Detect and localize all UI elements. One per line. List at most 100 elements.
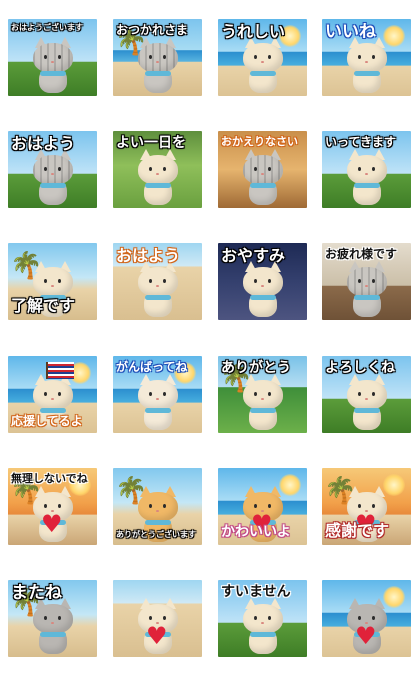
- cat-nose: [365, 61, 368, 63]
- sticker-label: おはよう: [116, 246, 181, 265]
- sticker-24[interactable]: ♥: [322, 580, 411, 657]
- sticker-2[interactable]: 🌴 おつかれさま: [113, 19, 202, 96]
- cat-eye: [58, 167, 61, 171]
- sticker-label: おはよう: [11, 134, 76, 153]
- cat-head: [33, 43, 73, 73]
- sticker-label: またね: [11, 583, 62, 603]
- sticker-23[interactable]: すいません: [218, 580, 307, 657]
- sticker-21[interactable]: 🌴 またね: [8, 580, 97, 657]
- cat-nose: [51, 285, 54, 287]
- sticker-7[interactable]: おかえりなさい: [218, 131, 307, 208]
- sticker-8[interactable]: いってきます: [322, 131, 411, 208]
- sticker-label: おかえりなさい: [221, 135, 298, 148]
- cat-eye: [163, 392, 166, 396]
- cat-eye: [372, 279, 375, 283]
- sticker-3[interactable]: うれしい: [218, 19, 307, 96]
- cat-eye: [254, 392, 257, 396]
- plush-cat: [32, 598, 74, 656]
- sticker-label: お疲れ様です: [325, 247, 398, 261]
- cat-eye: [58, 279, 61, 283]
- cat-nose: [156, 398, 159, 400]
- plush-cat: [242, 374, 284, 432]
- sticker-label: うれしい: [221, 22, 286, 41]
- cat-eye: [44, 392, 47, 396]
- sticker-label: おはようございます: [11, 23, 83, 32]
- sticker-18[interactable]: 🌴 ありがとうございます: [113, 468, 202, 545]
- sticker-label: いいね: [325, 22, 376, 42]
- cat-head: [347, 43, 387, 73]
- sticker-19[interactable]: ♥ かわいいよ: [218, 468, 307, 545]
- sticker-11[interactable]: おやすみ: [218, 243, 307, 320]
- cat-head: [138, 380, 178, 410]
- cat-eye: [58, 616, 61, 620]
- cat-eye: [149, 504, 152, 508]
- cat-nose: [365, 173, 368, 175]
- cat-head: [243, 155, 283, 185]
- sticker-label: 了解です: [11, 296, 76, 315]
- cat-head: [243, 604, 283, 634]
- plush-cat: [346, 37, 388, 95]
- cat-scarf: [40, 183, 66, 188]
- cat-scarf: [145, 295, 171, 300]
- hawaii-flag-icon: [46, 362, 74, 379]
- plush-cat: [137, 149, 179, 207]
- cat-eye: [163, 616, 166, 620]
- cat-eye: [44, 55, 47, 59]
- cat-scarf: [250, 632, 276, 637]
- sticker-label: おつかれさま: [116, 23, 189, 37]
- sticker-label: 応援してるよ: [11, 414, 83, 428]
- sticker-14[interactable]: がんばってね: [113, 356, 202, 433]
- cat-scarf: [145, 520, 171, 525]
- cat-head: [347, 380, 387, 410]
- cat-scarf: [250, 71, 276, 76]
- cat-eye: [149, 167, 152, 171]
- cat-eye: [254, 279, 257, 283]
- cat-eye: [358, 504, 361, 508]
- sticker-20[interactable]: 🌴 ♥ 感謝です: [322, 468, 411, 545]
- cat-eye: [163, 55, 166, 59]
- cat-eye: [149, 279, 152, 283]
- cat-head: [243, 267, 283, 297]
- cat-nose: [261, 622, 264, 624]
- cat-nose: [261, 173, 264, 175]
- sticker-label: すいません: [221, 584, 291, 600]
- cat-nose: [156, 510, 159, 512]
- cat-nose: [51, 622, 54, 624]
- cat-eye: [44, 279, 47, 283]
- sticker-12[interactable]: お疲れ様です: [322, 243, 411, 320]
- sticker-6[interactable]: よい一日を: [113, 131, 202, 208]
- cat-eye: [58, 55, 61, 59]
- heart-icon: ♥: [146, 622, 168, 650]
- cat-nose: [156, 173, 159, 175]
- sticker-5[interactable]: おはよう: [8, 131, 97, 208]
- plush-cat: [32, 37, 74, 95]
- cat-head: [347, 155, 387, 185]
- plush-cat: [137, 37, 179, 95]
- sticker-13[interactable]: 応援してるよ: [8, 356, 97, 433]
- sticker-15[interactable]: 🌴 ありがとう: [218, 356, 307, 433]
- cat-scarf: [40, 632, 66, 637]
- sticker-22[interactable]: ♥: [113, 580, 202, 657]
- sticker-1[interactable]: おはようございます: [8, 19, 97, 96]
- cat-eye: [44, 616, 47, 620]
- cat-eye: [358, 616, 361, 620]
- cat-eye: [372, 392, 375, 396]
- plush-cat: [346, 149, 388, 207]
- cat-eye: [268, 55, 271, 59]
- cat-head: [33, 380, 73, 410]
- sticker-16[interactable]: よろしくね: [322, 356, 411, 433]
- cat-head: [33, 267, 73, 297]
- cat-eye: [372, 167, 375, 171]
- plush-cat: [242, 598, 284, 656]
- cat-eye: [163, 279, 166, 283]
- cat-nose: [51, 173, 54, 175]
- sticker-4[interactable]: いいね: [322, 19, 411, 96]
- cat-nose: [261, 61, 264, 63]
- sticker-9[interactable]: 🌴 了解です: [8, 243, 97, 320]
- heart-icon: ♥: [355, 622, 377, 650]
- sticker-10[interactable]: おはよう: [113, 243, 202, 320]
- cat-eye: [268, 504, 271, 508]
- sticker-17[interactable]: 🌴 ♥ 無理しないでね: [8, 468, 97, 545]
- cat-head: [33, 604, 73, 634]
- cat-eye: [149, 392, 152, 396]
